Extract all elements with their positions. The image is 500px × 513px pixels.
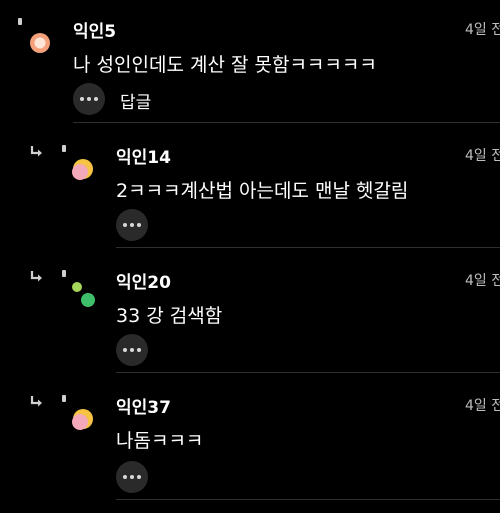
divider (116, 499, 500, 500)
reply-arrow-icon (30, 146, 42, 157)
comment-nickname: 익인20 (116, 273, 171, 293)
comment-text: 나돔ㅋㅋㅋ (116, 430, 204, 452)
badge-icon (62, 145, 66, 152)
comment-item: 익인5 4일 전 나 성인인데도 계산 잘 못함ㅋㅋㅋㅋㅋ 답글 (0, 0, 500, 123)
more-dots-icon (123, 348, 141, 352)
more-options-button[interactable] (116, 209, 148, 241)
avatar[interactable] (68, 278, 98, 314)
more-dots-icon (80, 97, 98, 101)
comment-time: 4일 전 (465, 398, 500, 414)
moon-avatar-icon (72, 159, 93, 180)
reply-comment-item: 익인20 4일 전 33 강 검색함 (0, 248, 500, 373)
more-options-button[interactable] (73, 83, 105, 115)
avatar[interactable] (28, 31, 52, 59)
avatar[interactable] (70, 406, 96, 436)
comment-nickname: 익인14 (116, 148, 171, 168)
badge-icon (62, 270, 66, 277)
more-options-button[interactable] (116, 461, 148, 493)
reply-comment-item: 익인37 4일 전 나돔ㅋㅋㅋ (0, 373, 500, 513)
comment-text: 33 강 검색함 (116, 305, 223, 327)
badge-icon (18, 18, 22, 25)
reply-button[interactable]: 답글 (120, 88, 151, 113)
comment-time: 4일 전 (465, 22, 500, 38)
dots-avatar-icon (72, 282, 95, 307)
comment-time: 4일 전 (465, 148, 500, 164)
comment-nickname: 익인37 (116, 398, 171, 418)
more-options-button[interactable] (116, 334, 148, 366)
comment-time: 4일 전 (465, 273, 500, 289)
more-dots-icon (123, 475, 141, 479)
comment-text: 2ㅋㅋㅋ계산법 아는데도 맨날 헷갈림 (116, 180, 409, 202)
reply-arrow-icon (30, 396, 42, 407)
comment-text: 나 성인인데도 계산 잘 못함ㅋㅋㅋㅋㅋ (73, 54, 377, 76)
comment-nickname: 익인5 (73, 22, 117, 42)
avatar[interactable] (70, 156, 96, 186)
badge-icon (62, 395, 66, 402)
ring-avatar-icon (30, 33, 50, 53)
moon-avatar-icon (72, 409, 93, 430)
more-dots-icon (123, 223, 141, 227)
reply-comment-item: 익인14 4일 전 2ㅋㅋㅋ계산법 아는데도 맨날 헷갈림 (0, 123, 500, 248)
reply-arrow-icon (30, 271, 42, 282)
